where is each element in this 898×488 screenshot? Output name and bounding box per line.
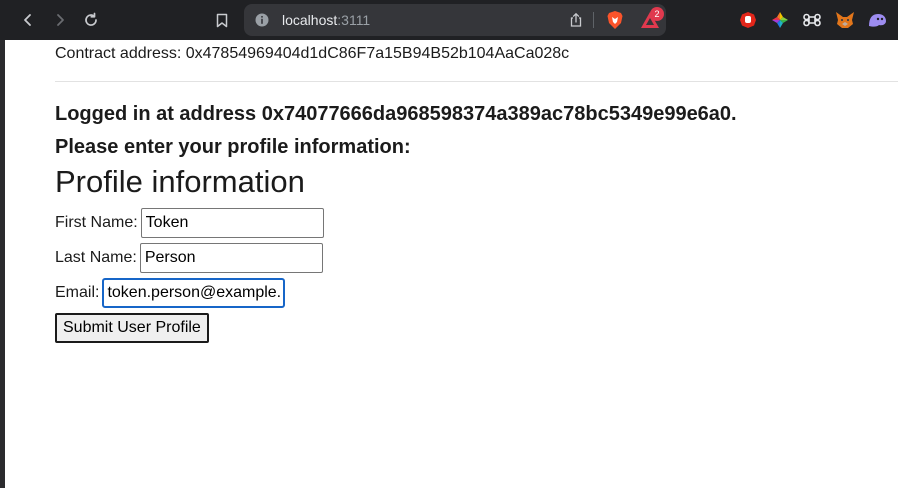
browser-toolbar: localhost:3111 2 — [0, 0, 898, 40]
prompt-heading: Please enter your profile information: — [55, 136, 411, 158]
divider — [55, 81, 898, 82]
email-label: Email: — [55, 284, 100, 301]
stop-hand-extension-icon — [740, 12, 756, 28]
extension-command[interactable] — [801, 9, 823, 31]
extension-color[interactable] — [769, 9, 791, 31]
back-arrow-icon — [24, 14, 31, 26]
first-name-label: First Name: — [55, 214, 138, 231]
url-port: :3111 — [337, 12, 371, 28]
email-row: Email: — [55, 278, 286, 308]
metamask-fox-icon — [836, 12, 854, 28]
colorwheel-extension-icon — [772, 12, 788, 28]
forward-button[interactable] — [45, 5, 75, 35]
last-name-row: Last Name: — [55, 243, 323, 273]
extension-stop[interactable] — [737, 9, 759, 31]
extension-metamask[interactable] — [834, 9, 856, 31]
command-extension-icon — [803, 13, 821, 27]
contract-address: Contract address: 0x47854969404d1dC86F7a… — [55, 45, 570, 62]
last-name-label: Last Name: — [55, 249, 137, 266]
bookmark-button[interactable] — [212, 10, 232, 30]
logged-in-heading: Logged in at address 0x74077666da9685983… — [55, 103, 737, 125]
first-name-row: First Name: — [55, 208, 324, 238]
reload-button[interactable] — [76, 5, 106, 35]
ghost-extension-icon — [869, 14, 886, 27]
brave-shields-icon[interactable] — [606, 10, 624, 30]
email-input[interactable] — [102, 278, 286, 308]
profile-heading: Profile information — [55, 164, 305, 199]
url-text[interactable]: localhost:3111 — [282, 11, 370, 29]
bookmark-icon — [216, 13, 228, 27]
url-separator — [593, 12, 594, 28]
last-name-input[interactable] — [139, 243, 323, 273]
rewards-badge: 2 — [650, 7, 664, 21]
back-button[interactable] — [13, 5, 43, 35]
extension-ghost[interactable] — [866, 9, 888, 31]
first-name-input[interactable] — [140, 208, 324, 238]
reload-icon — [85, 12, 97, 26]
submit-profile-button[interactable]: Submit User Profile — [55, 313, 209, 343]
side-panel-edge — [0, 40, 5, 488]
share-icon[interactable] — [568, 12, 584, 28]
info-icon[interactable] — [255, 13, 269, 27]
url-host: localhost — [282, 12, 338, 28]
forward-arrow-icon — [57, 14, 64, 26]
address-bar[interactable]: localhost:3111 2 — [244, 4, 666, 36]
